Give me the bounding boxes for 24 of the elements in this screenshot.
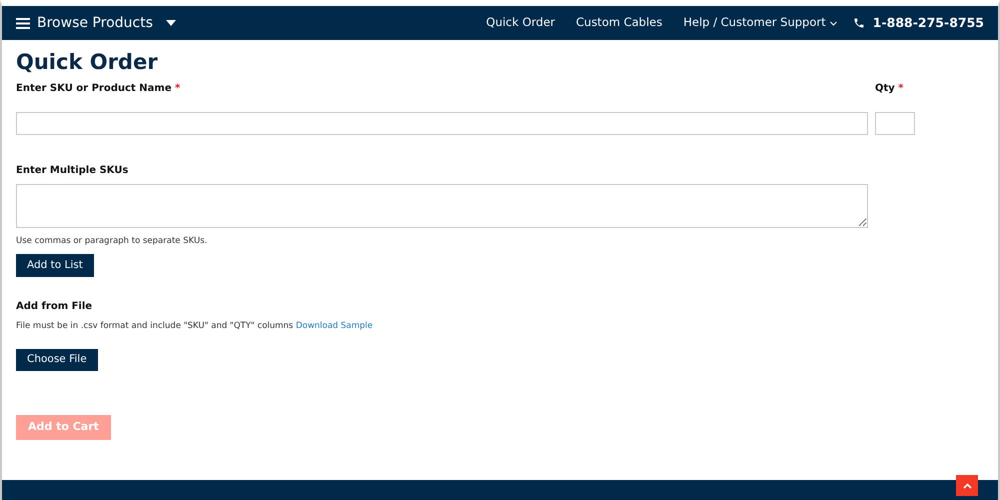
- field-label: Qty *: [875, 82, 905, 96]
- field-label: Enter Multiple SKUs: [16, 164, 130, 178]
- scroll-to-top-button[interactable]: [956, 475, 978, 496]
- choose-file-button[interactable]: Choose File: [16, 348, 98, 371]
- phone-number: 1-888-275-8755: [872, 14, 984, 32]
- add-to-list-button[interactable]: Add to List: [16, 254, 94, 277]
- nav-link[interactable]: Custom Cables: [576, 14, 662, 32]
- nav-link[interactable]: Help / Customer Support: [683, 14, 837, 32]
- section-heading: Add from File: [16, 300, 94, 314]
- menu-icon: [16, 18, 30, 28]
- help-text: Use commas or paragraph to separate SKUs.: [16, 235, 208, 248]
- nav-link[interactable]: Quick Order: [486, 14, 555, 32]
- multiple-skus-field[interactable]: [16, 184, 868, 228]
- download-sample-link[interactable]: Download Sample: [296, 320, 373, 331]
- caret-icon: [166, 20, 176, 26]
- file-format-text: File must be in .csv format and include "SKU" and "QTY" columns Download Sample: [16, 320, 374, 333]
- chevron-up-icon: [962, 482, 972, 488]
- qty-input-field[interactable]: [875, 112, 915, 136]
- browse-products-menu[interactable]: Browse Products: [16, 12, 176, 34]
- field-label: Enter SKU or Product Name *: [16, 82, 182, 96]
- page-title: Quick Order: [16, 50, 159, 76]
- sku-input-field[interactable]: [16, 112, 868, 136]
- phone-icon: [852, 17, 865, 29]
- chevron-down-icon: [830, 20, 837, 26]
